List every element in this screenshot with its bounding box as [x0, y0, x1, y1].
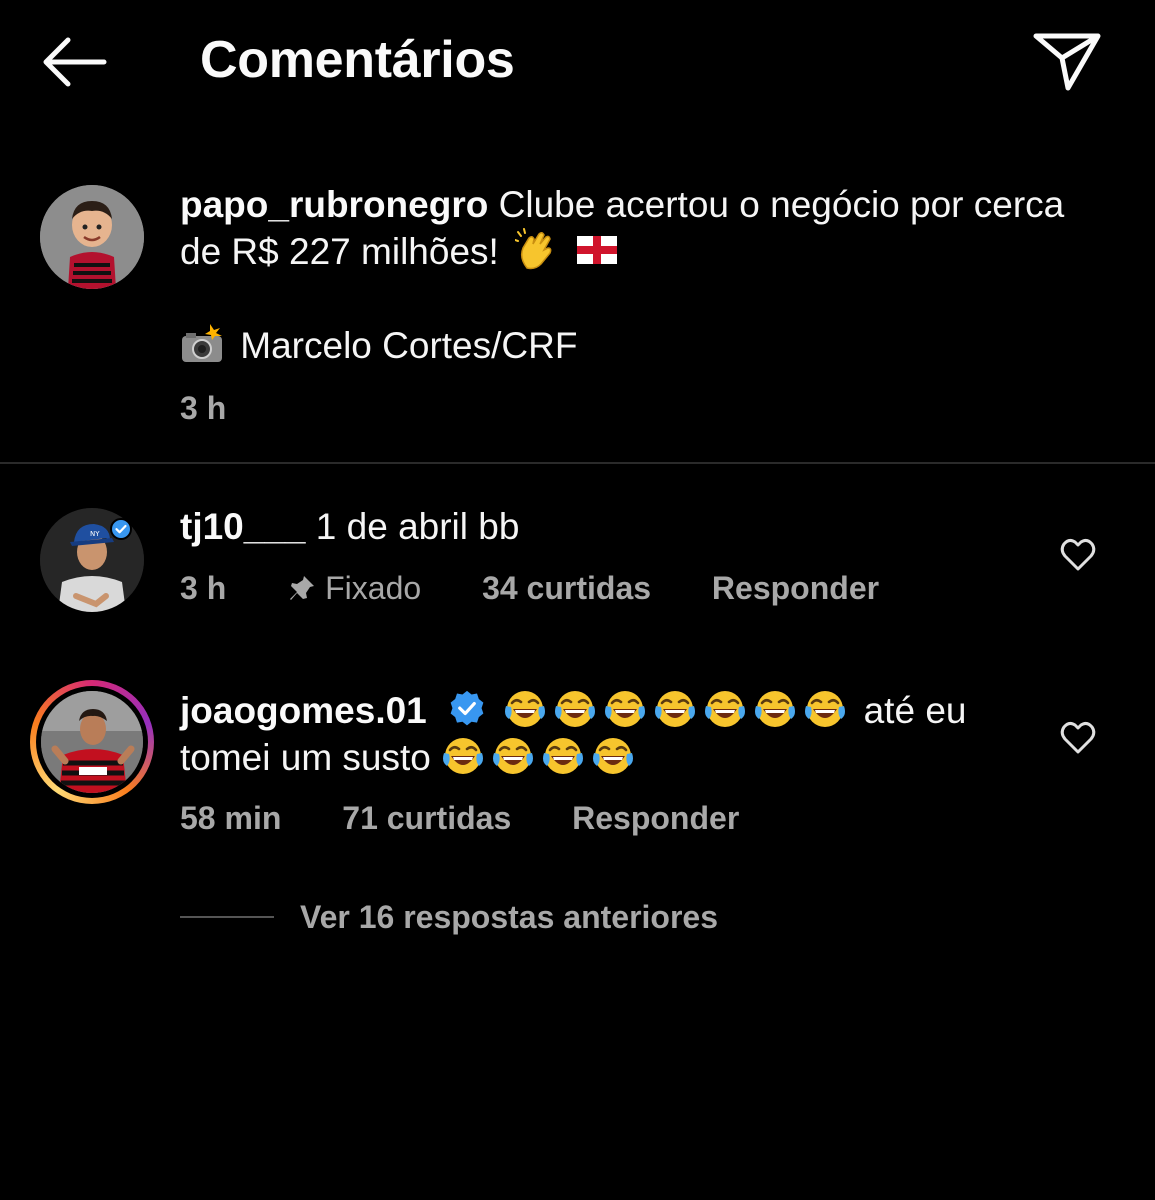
arrow-left-icon — [43, 37, 107, 87]
tears-of-joy-icon — [491, 734, 535, 778]
comment-text: tj10___ 1 de abril bb — [180, 504, 1040, 550]
share-button[interactable] — [1030, 28, 1106, 94]
comment-time: 58 min — [180, 800, 282, 836]
like-button[interactable] — [1058, 718, 1098, 758]
back-button[interactable] — [38, 30, 110, 94]
laughing-emoji-run — [503, 690, 853, 731]
verified-badge-icon — [110, 518, 132, 540]
tears-of-joy-icon — [441, 734, 485, 778]
paper-plane-icon — [1033, 33, 1101, 91]
pin-icon — [290, 576, 315, 600]
caption-credit: Marcelo Cortes/CRF — [180, 322, 1080, 369]
comment-meta: 3 h Fixado 34 curtidas Responder — [180, 568, 931, 608]
tears-of-joy-icon — [503, 687, 547, 731]
comment-time: 3 h — [180, 570, 227, 606]
camera-flash-icon — [182, 324, 222, 362]
comment-username[interactable]: joaogomes.01 — [180, 690, 427, 731]
caption-username[interactable]: papo_rubronegro — [180, 184, 488, 225]
caption-time: 3 h — [180, 390, 227, 426]
tears-of-joy-icon — [591, 734, 635, 778]
caption-meta: 3 h — [180, 388, 278, 428]
likes-count[interactable]: 34 curtidas — [482, 570, 651, 606]
comment-body: 1 de abril bb — [315, 506, 520, 547]
reply-button[interactable]: Responder — [572, 800, 739, 836]
like-button[interactable] — [1058, 535, 1098, 575]
avatar[interactable] — [40, 185, 144, 289]
tears-of-joy-icon — [603, 687, 647, 731]
clapping-hands-icon — [515, 228, 552, 270]
comment-text: joaogomes.01 até eu tomei um susto — [180, 687, 1040, 781]
tears-of-joy-icon — [703, 687, 747, 731]
england-flag-icon — [577, 236, 618, 264]
heart-icon — [1060, 721, 1096, 754]
avatar[interactable] — [41, 691, 143, 793]
replies-divider-line — [180, 916, 274, 918]
tears-of-joy-icon — [553, 687, 597, 731]
reply-button[interactable]: Responder — [712, 570, 879, 606]
top-bar: Comentários — [0, 0, 1155, 125]
credit-text: Marcelo Cortes/CRF — [240, 325, 578, 366]
pinned-label: Fixado — [287, 570, 430, 606]
likes-count[interactable]: 71 curtidas — [342, 800, 511, 836]
comment-body: até eu — [863, 690, 967, 731]
comment-meta: 58 min 71 curtidas Responder — [180, 798, 791, 838]
view-replies-button[interactable]: Ver 16 respostas anteriores — [180, 895, 718, 939]
divider — [0, 462, 1155, 464]
comment-username[interactable]: tj10___ — [180, 506, 306, 547]
laughing-emoji-run — [441, 737, 641, 778]
verified-badge-icon — [450, 690, 484, 726]
comment-body: tomei um susto — [180, 737, 431, 778]
tears-of-joy-icon — [753, 687, 797, 731]
caption-text: papo_rubronegro Clube acertou o negócio … — [180, 182, 1080, 275]
post-caption: papo_rubronegro Clube acertou o negócio … — [0, 160, 1155, 462]
page-title: Comentários — [200, 31, 515, 89]
heart-icon — [1060, 538, 1096, 571]
svg-text:NY: NY — [90, 530, 100, 538]
tears-of-joy-icon — [803, 687, 847, 731]
tears-of-joy-icon — [541, 734, 585, 778]
view-replies-label: Ver 16 respostas anteriores — [300, 898, 719, 935]
tears-of-joy-icon — [653, 687, 697, 731]
